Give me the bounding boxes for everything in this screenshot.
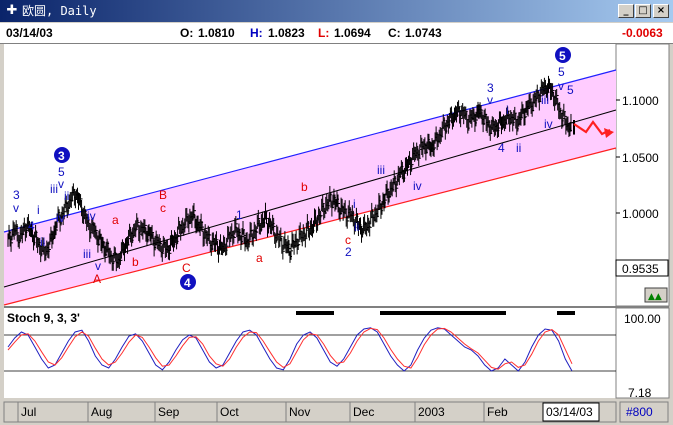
stoch-tick: 100.00	[624, 312, 661, 326]
time-label: Nov	[289, 405, 310, 419]
maximize-button[interactable]: □	[635, 4, 651, 18]
price-tick: 1.0000	[622, 207, 659, 221]
wave-label: 5	[558, 65, 565, 79]
high-label: H:	[250, 26, 263, 40]
wave-label: 4	[498, 141, 505, 155]
wave-label: v	[487, 93, 493, 107]
overbought-marker	[380, 311, 506, 315]
time-axis: Jul Aug Sep Oct Nov Dec 2003 Feb 03/14/0…	[0, 400, 673, 425]
close-value: 1.0743	[405, 26, 442, 40]
wave-label: 3	[13, 188, 20, 202]
stoch-tick: 7.18	[628, 386, 652, 400]
wave-label: i	[353, 197, 356, 211]
overbought-marker	[296, 311, 334, 315]
wave-label: 1	[236, 208, 243, 222]
stoch-label: Stoch 9, 3, 3'	[7, 311, 80, 325]
wave-label: v	[13, 201, 19, 215]
wave-label: iv	[87, 209, 96, 223]
chart-app-icon[interactable]: ✚	[4, 3, 20, 19]
circled-wave-label: 3	[58, 149, 65, 163]
circled-wave-label: 5	[559, 49, 566, 63]
chart-area[interactable]: 1.1000 1.0500 1.0000 0.9535 ▲▲ Stoch 9, …	[0, 44, 673, 400]
panel-divider[interactable]	[4, 306, 669, 308]
window-title: 欧圆, Daily	[22, 4, 97, 18]
wave-label: 5	[567, 83, 574, 97]
wave-label: i	[506, 103, 509, 117]
title-bar: ✚ 欧圆, Daily _ □ ×	[0, 0, 673, 22]
wave-label: 2	[345, 245, 352, 259]
wave-label: iii	[377, 163, 385, 177]
time-label: Feb	[487, 405, 508, 419]
open-label: O:	[180, 26, 194, 40]
wave-label: ii	[516, 141, 521, 155]
price-tick: 1.1000	[622, 94, 659, 108]
minimize-button[interactable]: _	[618, 4, 634, 18]
wave-label: iii	[541, 93, 549, 107]
wave-label: C	[182, 261, 191, 275]
scale-icon: ▲▲	[648, 292, 662, 302]
time-label: Sep	[158, 405, 180, 419]
wave-label: 4	[28, 219, 35, 233]
time-label: 2003	[418, 405, 445, 419]
wave-label: B	[159, 188, 167, 202]
info-date: 03/14/03	[6, 26, 53, 40]
wave-label: v	[95, 259, 101, 273]
wave-label: v	[558, 79, 564, 93]
current-date-label: 03/14/03	[546, 405, 593, 419]
current-price-label: 0.9535	[622, 262, 659, 276]
low-value: 1.0694	[334, 26, 371, 40]
circled-wave-label: 4	[184, 276, 191, 290]
time-label: Oct	[220, 405, 239, 419]
wave-label: iii	[50, 182, 58, 196]
ohlc-info-bar: 03/14/03 O: 1.0810 H: 1.0823 L: 1.0694 C…	[0, 23, 673, 44]
low-label: L:	[318, 26, 330, 40]
wave-label: A	[93, 272, 101, 286]
time-label: Jul	[21, 405, 36, 419]
wave-label: c	[160, 201, 166, 215]
wave-label: iii	[83, 247, 91, 261]
wave-label: ii	[40, 235, 45, 249]
close-button[interactable]: ×	[653, 4, 669, 18]
high-value: 1.0823	[268, 26, 305, 40]
time-label: Dec	[353, 405, 374, 419]
price-tick: 1.0500	[622, 151, 659, 165]
wave-label: iv	[544, 117, 553, 131]
wave-label: iv	[56, 211, 65, 225]
circled-wave-4: 4	[180, 274, 196, 290]
wave-label: b	[301, 180, 308, 194]
change-value: -0.0063	[622, 26, 663, 40]
overbought-marker	[557, 311, 575, 315]
wave-label: b	[132, 255, 139, 269]
wave-label: ii	[354, 220, 359, 234]
circled-wave-3: 3	[54, 147, 70, 163]
time-label: Aug	[91, 405, 112, 419]
wave-label: a	[256, 251, 263, 265]
wave-label: ii	[64, 189, 69, 203]
close-label: C:	[388, 26, 401, 40]
open-value: 1.0810	[198, 26, 235, 40]
wave-label: i	[37, 203, 40, 217]
circled-wave-5: 5	[555, 47, 571, 63]
stoch-panel[interactable]	[4, 308, 616, 398]
wave-label: a	[112, 213, 119, 227]
wave-label: iv	[413, 179, 422, 193]
bar-count-label: #800	[626, 405, 653, 419]
